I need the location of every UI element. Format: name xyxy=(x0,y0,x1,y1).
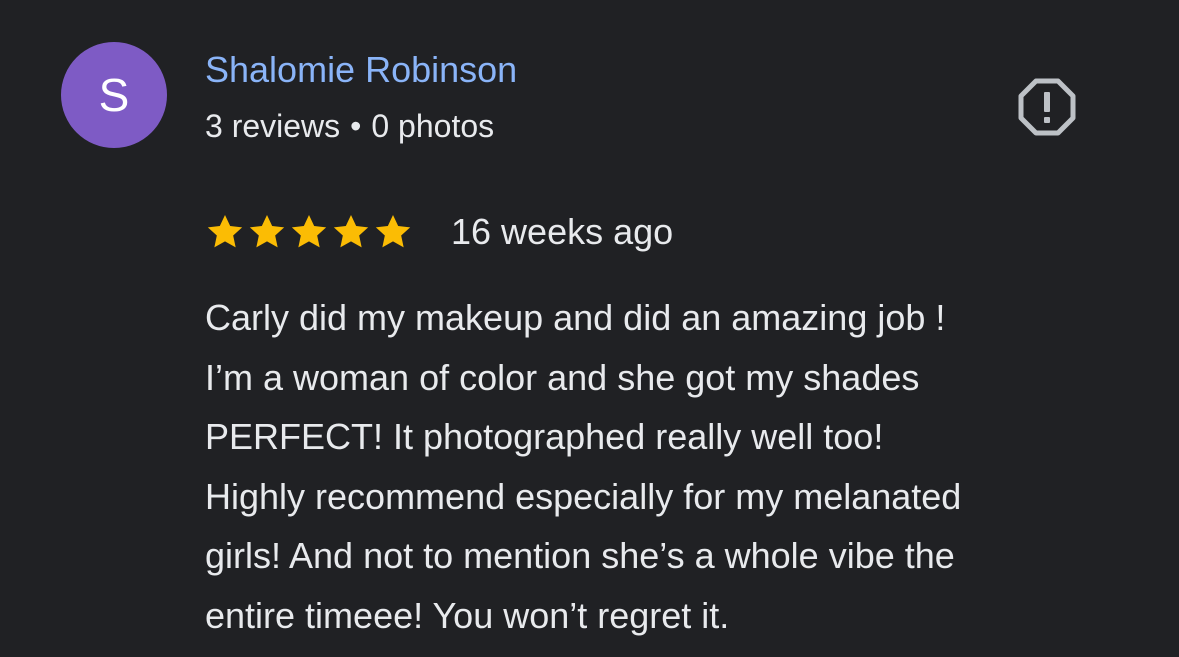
meta-separator: • xyxy=(350,108,362,144)
reviewer-name[interactable]: Shalomie Robinson xyxy=(205,48,517,92)
review-card: S Shalomie Robinson 3 reviews • 0 photos 1… xyxy=(0,0,1179,657)
star-icon xyxy=(249,215,285,248)
review-text-line: PERFECT! It photographed really well too… xyxy=(205,416,884,457)
photo-count: 0 photos xyxy=(371,108,495,144)
star-icon xyxy=(333,215,369,248)
review-text-line: girls! And not to mention she’s a whole … xyxy=(205,535,955,576)
review-text: Carly did my makeup and did an amazing j… xyxy=(205,288,1145,645)
star-icon xyxy=(207,215,243,248)
star-rating xyxy=(205,212,413,252)
review-text-line: I’m a woman of color and she got my shad… xyxy=(205,356,920,398)
star-icon xyxy=(291,215,327,248)
reviewer-meta: 3 reviews • 0 photos xyxy=(205,106,494,146)
report-review-button[interactable] xyxy=(1014,74,1080,140)
review-date: 16 weeks ago xyxy=(451,211,674,252)
avatar-initial: S xyxy=(98,69,130,121)
star-icon xyxy=(375,215,411,248)
review-text-line: entire timeee! You won’t regret it. xyxy=(205,594,730,636)
avatar[interactable]: S xyxy=(61,42,167,148)
review-text-line: Highly recommend especially for my melan… xyxy=(205,475,962,517)
rating-row: 16 weeks ago xyxy=(205,208,673,256)
review-text-line: Carly did my makeup and did an amazing j… xyxy=(205,297,946,338)
review-count: 3 reviews xyxy=(205,108,341,144)
report-flag-icon xyxy=(1018,78,1076,136)
